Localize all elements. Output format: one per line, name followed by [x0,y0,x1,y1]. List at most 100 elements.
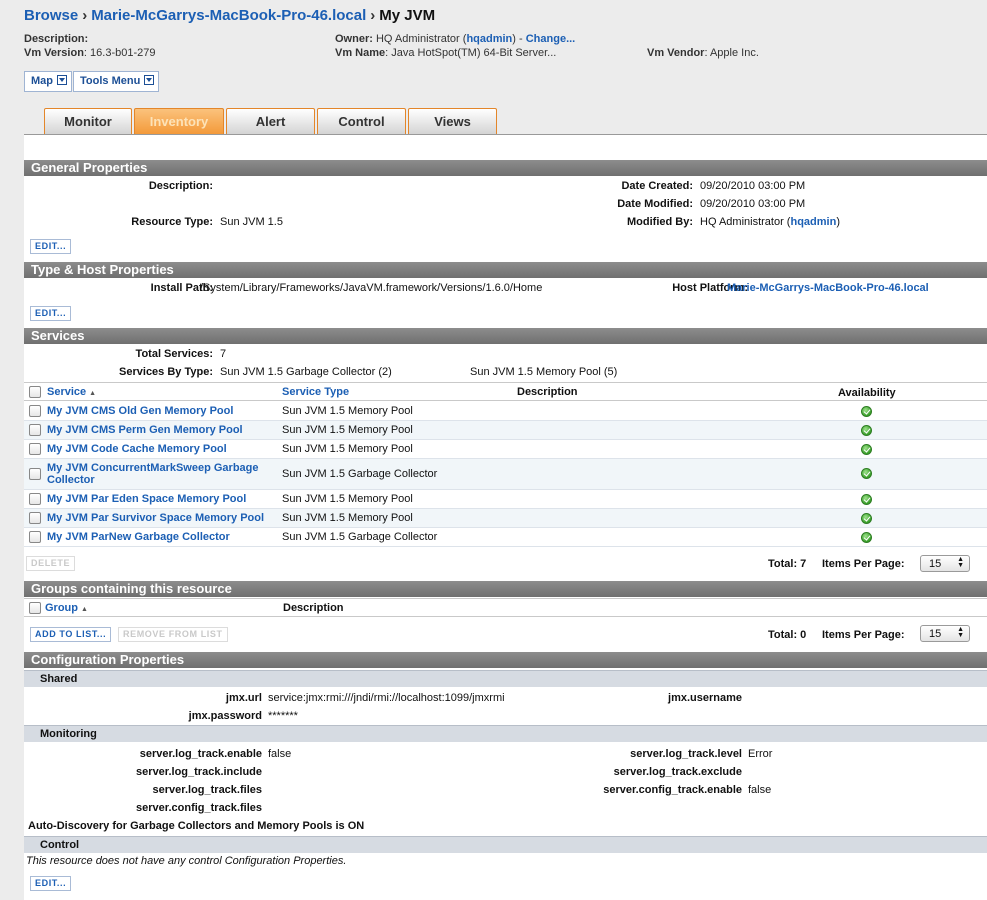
availability-up-icon [861,425,872,436]
chevron-down-icon [57,75,67,85]
modified-by-label: Modified By: [627,216,693,228]
jmx-username-label: jmx.username [668,692,742,704]
config-edit-button[interactable]: EDIT... [30,876,72,891]
table-row: My JVM Par Survivor Space Memory Pool Su… [24,509,987,528]
breadcrumb-browse-link[interactable]: Browse [24,7,78,24]
availability-column-header: Availability [838,387,896,399]
monitoring-subheader: Monitoring [24,725,987,742]
date-modified-label: Date Modified: [617,198,693,210]
tools-menu-label: Tools Menu [80,75,141,87]
service-type-column-sort[interactable]: Service Type [282,386,349,398]
services-by-type-pool: Sun JVM 1.5 Memory Pool (5) [470,366,618,378]
description-label: Description: [24,33,89,45]
breadcrumb-separator: › [370,7,376,24]
groups-header: Groups containing this resource [24,581,987,597]
service-link[interactable]: My JVM ConcurrentMarkSweep Garbage Colle… [47,462,267,486]
group-column-sort[interactable]: Group ▲ [45,602,88,614]
remove-from-list-button[interactable]: REMOVE FROM LIST [118,627,228,642]
type-host-properties-header: Type & Host Properties [24,262,987,278]
row-checkbox[interactable] [29,468,41,480]
vm-name-label: Vm Name [335,47,386,59]
owner-meta: Owner: HQ Administrator (hqadmin) - Chan… [335,33,575,45]
service-link[interactable]: My JVM ParNew Garbage Collector [47,531,230,543]
service-link[interactable]: My JVM Par Eden Space Memory Pool [47,493,246,505]
services-items-per-page-label: Items Per Page: [822,558,905,570]
control-note: This resource does not have any control … [26,855,347,867]
vm-version-value: : 16.3-b01-279 [83,47,156,59]
breadcrumb-current: My JVM [379,7,436,24]
owner-label: Owner: [335,33,373,45]
config-files-label: server.config_track.files [136,802,262,814]
sort-asc-icon: ▲ [81,606,88,613]
services-header: Services [24,328,987,344]
tab-control[interactable]: Control [317,108,406,134]
availability-up-icon [861,513,872,524]
tab-inventory[interactable]: Inventory [134,108,224,134]
table-row: My JVM Par Eden Space Memory Pool Sun JV… [24,490,987,509]
services-total: Total: 7 [768,558,807,570]
service-link[interactable]: My JVM Par Survivor Space Memory Pool [47,512,264,524]
table-row: My JVM ConcurrentMarkSweep Garbage Colle… [24,459,987,490]
owner-link[interactable]: hqadmin [466,33,512,45]
tab-alert[interactable]: Alert [226,108,315,134]
change-owner-link[interactable]: Change... [526,33,576,45]
tab-views[interactable]: Views [408,108,497,134]
tools-menu-button[interactable]: Tools Menu [73,71,160,92]
modified-by-text: HQ Administrator ( [700,216,791,228]
jmx-url-label: jmx.url [225,692,262,704]
row-checkbox[interactable] [29,512,41,524]
row-checkbox[interactable] [29,443,41,455]
add-to-list-button[interactable]: ADD TO LIST... [30,627,112,642]
services-items-per-page-value: 15 [929,558,942,570]
groups-table-header: Group ▲ Description [24,598,987,617]
service-type: Sun JVM 1.5 Garbage Collector [282,468,438,480]
vm-name-value: : Java HotSpot(TM) 64-Bit Server... [385,47,557,59]
service-link[interactable]: My JVM Code Cache Memory Pool [47,443,227,455]
breadcrumb-host-link[interactable]: Marie-McGarrys-MacBook-Pro-46.local [91,7,366,24]
inventory-panel: General Properties Description: Resource… [24,134,987,900]
groups-items-per-page-value: 15 [929,628,942,640]
vm-name-meta: Vm Name: Java HotSpot(TM) 64-Bit Server.… [335,47,556,59]
row-checkbox[interactable] [29,493,41,505]
general-edit-button[interactable]: EDIT... [30,239,72,254]
modified-by-after: ) [836,216,840,228]
select-all-groups-checkbox[interactable] [29,602,41,614]
row-checkbox[interactable] [29,424,41,436]
host-platform-link[interactable]: Marie-McGarrys-MacBook-Pro-46.local [727,282,929,294]
services-items-per-page-select[interactable]: 15 ▲ ▼ [920,555,970,572]
availability-up-icon [861,494,872,505]
jmx-url-value: service:jmx:rmi:///jndi/rmi://localhost:… [268,692,505,704]
owner-after: ) - [512,33,526,45]
service-link[interactable]: My JVM CMS Old Gen Memory Pool [47,405,233,417]
groups-items-per-page-select[interactable]: 15 ▲ ▼ [920,625,970,642]
general-properties-header: General Properties [24,160,987,176]
service-column-sort[interactable]: Service ▲ [47,386,96,398]
service-type: Sun JVM 1.5 Memory Pool [282,443,413,455]
delete-button[interactable]: DELETE [26,556,76,571]
services-table-header: Service ▲ Service Type Description Availa… [24,382,987,401]
jmx-password-label: jmx.password [188,710,262,722]
modified-by-link[interactable]: hqadmin [790,216,836,228]
table-row: My JVM Code Cache Memory Pool Sun JVM 1.… [24,440,987,459]
row-checkbox[interactable] [29,531,41,543]
date-modified-value: 09/20/2010 03:00 PM [700,198,806,210]
description-column-header: Description [517,386,578,398]
availability-up-icon [861,468,872,479]
breadcrumb-separator: › [82,7,88,24]
date-created-value: 09/20/2010 03:00 PM [700,180,806,192]
log-level-value: Error [748,748,773,760]
table-row: My JVM CMS Perm Gen Memory Pool Sun JVM … [24,421,987,440]
service-link[interactable]: My JVM CMS Perm Gen Memory Pool [47,424,243,436]
row-checkbox[interactable] [29,405,41,417]
resource-type-label: Resource Type: [131,216,213,228]
map-menu-button[interactable]: Map [24,71,72,92]
availability-up-icon [861,406,872,417]
sort-asc-icon: ▲ [89,390,97,397]
modified-by-value: HQ Administrator (hqadmin) [700,216,840,228]
select-all-services-checkbox[interactable] [29,386,41,398]
chevron-down-icon [144,75,155,85]
typehost-edit-button[interactable]: EDIT... [30,306,72,321]
total-services-label: Total Services: [135,348,213,360]
tab-monitor[interactable]: Monitor [44,108,132,134]
map-menu-label: Map [31,75,53,87]
